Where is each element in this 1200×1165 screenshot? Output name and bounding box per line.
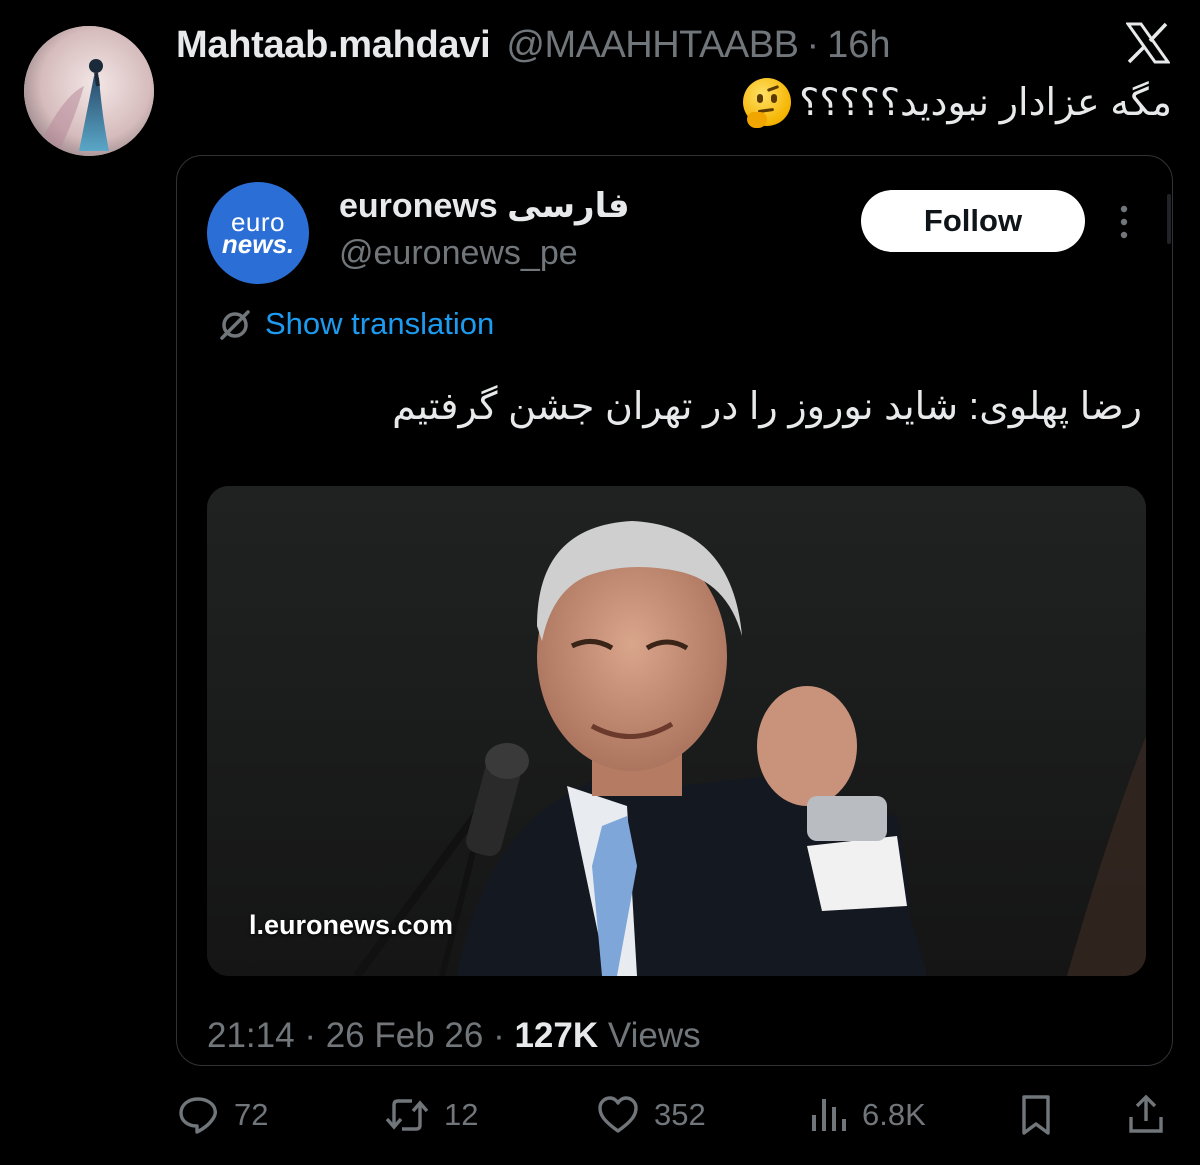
quoted-tweet[interactable]: euro news. euronews فارسی @euronews_pe F… [176, 155, 1173, 1066]
action-bar: 72 12 352 6.8K [176, 1090, 1172, 1140]
meta-separator: · [493, 1016, 505, 1055]
thinking-face-icon [743, 78, 792, 128]
quoted-tweet-text: رضا پهلوی: شاید نوروز را در تهران جشن گر… [392, 386, 1142, 428]
author-avatar[interactable] [24, 26, 154, 156]
tweet-time[interactable]: 16h [827, 24, 890, 67]
author-handle[interactable]: @MAAHHTAABB [506, 24, 799, 67]
quoted-tweet-meta: 21:14 · 26 Feb 26 · 127K Views [207, 1016, 701, 1056]
more-icon[interactable] [1117, 204, 1131, 240]
x-logo-icon [1126, 22, 1170, 64]
quoted-views-count: 127K [514, 1016, 599, 1055]
share-icon [1129, 1094, 1163, 1133]
views-icon [812, 1099, 846, 1131]
avatar-line-2: news. [221, 229, 295, 259]
show-translation-label: Show translation [265, 306, 495, 341]
tweet-header: Mahtaab.mahdavi @MAAHHTAABB · 16h [176, 24, 891, 68]
repost-count: 12 [444, 1097, 479, 1132]
meta-separator: · [304, 1016, 316, 1055]
reply-button[interactable]: 72 [176, 1090, 268, 1140]
like-icon [598, 1096, 638, 1133]
separator: · [806, 24, 820, 66]
media-url-watermark: l.euronews.com [249, 910, 454, 940]
reply-count: 72 [234, 1097, 269, 1132]
bookmark-icon [1022, 1095, 1050, 1135]
repost-button[interactable]: 12 [384, 1090, 478, 1140]
like-count: 352 [654, 1097, 706, 1132]
quoted-author-handle[interactable]: @euronews_pe [339, 234, 578, 273]
show-translation-link[interactable]: Show translation [217, 306, 494, 342]
tweet-text: مگه عزادار نبودید؟؟؟؟؟ [743, 78, 1172, 128]
photo [207, 486, 1146, 976]
quoted-date[interactable]: 26 Feb 26 [326, 1016, 484, 1055]
views-button[interactable]: 6.8K [808, 1090, 926, 1140]
quoted-author-name[interactable]: euronews فارسی [339, 186, 630, 226]
scrollbar[interactable] [1167, 194, 1171, 244]
quoted-views-label: Views [607, 1016, 701, 1055]
views-count: 6.8K [862, 1097, 926, 1132]
bookmark-button[interactable] [1016, 1090, 1056, 1140]
share-button[interactable] [1126, 1090, 1166, 1140]
follow-button[interactable]: Follow [861, 190, 1085, 252]
quoted-time[interactable]: 21:14 [207, 1016, 295, 1055]
translate-icon [220, 310, 250, 340]
repost-icon [385, 1099, 429, 1131]
euronews-avatar[interactable]: euro news. [207, 182, 309, 284]
tweet-text-content: مگه عزادار نبودید؟؟؟؟؟ [799, 81, 1172, 124]
reply-icon [179, 1097, 218, 1134]
like-button[interactable]: 352 [596, 1090, 706, 1140]
author-name[interactable]: Mahtaab.mahdavi [176, 24, 491, 67]
quoted-media-image[interactable]: l.euronews.com [207, 486, 1146, 976]
